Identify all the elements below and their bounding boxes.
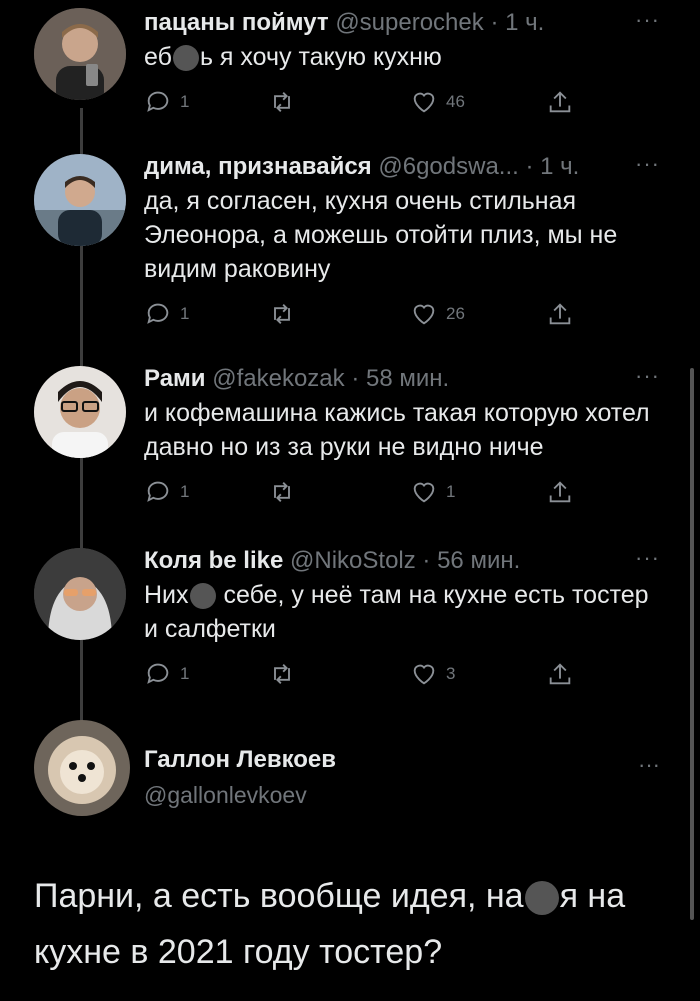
author-handle[interactable]: @superochek (335, 9, 483, 36)
author-name[interactable]: пацаны поймут (144, 9, 329, 36)
censor-blot (172, 45, 199, 72)
author-name[interactable]: дима, признавайся (144, 153, 372, 180)
reply-button[interactable]: 1 (144, 300, 189, 328)
timestamp[interactable]: · 58 мин. (351, 365, 449, 392)
heart-icon (413, 664, 435, 685)
author-handle[interactable]: @fakekozak (212, 365, 344, 392)
censor-blot (189, 583, 216, 610)
author-name[interactable]: Коля be like (144, 547, 283, 574)
tweet-text-part: Них (144, 581, 189, 609)
heart-icon (413, 92, 435, 113)
retweet-icon (274, 482, 290, 502)
retweet-button[interactable] (268, 88, 296, 116)
reply-count: 1 (180, 482, 190, 501)
share-button[interactable] (546, 300, 574, 328)
scrollbar[interactable] (690, 368, 694, 920)
timestamp[interactable]: · 1 ч. (525, 153, 579, 180)
retweet-icon (274, 304, 290, 324)
author-name[interactable]: Рами (144, 365, 206, 392)
avatar[interactable] (34, 366, 126, 458)
share-icon (549, 303, 571, 325)
more-icon[interactable]: ··· (638, 752, 660, 778)
like-button[interactable]: 1 (410, 478, 455, 506)
like-count: 46 (446, 92, 465, 111)
tweet-text: еб ь я хочу такую кухню (144, 40, 660, 74)
tweet-text-part: еб (144, 43, 172, 71)
timestamp[interactable]: · 56 мин. (422, 547, 520, 574)
reply-icon (147, 91, 169, 112)
tweet-text-part: ь я хочу такую кухню (199, 43, 442, 71)
share-icon (549, 663, 571, 685)
retweet-button[interactable] (268, 478, 296, 506)
timestamp[interactable]: · 1 ч. (490, 9, 544, 36)
reply-button[interactable]: 1 (144, 478, 189, 506)
like-count: 26 (446, 304, 465, 323)
retweet-button[interactable] (268, 300, 296, 328)
tweet-text: Парни, а есть вообще идея, на я на кухне … (34, 868, 660, 980)
action-bar: 1 26 (144, 300, 660, 334)
like-count: 1 (446, 482, 456, 501)
reply-icon (147, 481, 169, 502)
action-bar: 1 46 (144, 88, 660, 122)
censor-blot (524, 881, 559, 916)
like-button[interactable]: 3 (410, 660, 455, 688)
reply-button[interactable]: 1 (144, 660, 189, 688)
author-handle[interactable]: @NikoStolz (290, 547, 416, 574)
more-icon[interactable]: ··· (635, 364, 660, 388)
retweet-button[interactable] (268, 660, 296, 688)
avatar[interactable] (34, 548, 126, 640)
share-button[interactable] (546, 88, 574, 116)
retweet-icon (274, 664, 290, 684)
tweet-text: да, я согласен, кухня очень стильная Эле… (144, 187, 618, 283)
share-button[interactable] (546, 660, 574, 688)
more-icon[interactable]: ··· (635, 546, 660, 570)
reply-count: 1 (180, 664, 190, 683)
share-icon (549, 91, 571, 113)
like-button[interactable]: 26 (410, 300, 465, 328)
tweet-text: Них себе, у неё там на кухне есть тостер… (144, 578, 660, 646)
tweet-text: и кофемашина кажись такая которую хотел … (144, 399, 650, 461)
avatar[interactable] (34, 8, 126, 100)
reply-icon (147, 663, 169, 684)
like-count: 3 (446, 664, 456, 683)
reply-icon (147, 303, 169, 324)
reply-count: 1 (180, 92, 190, 111)
reply-count: 1 (180, 304, 190, 323)
retweet-icon (274, 92, 290, 112)
reply-button[interactable]: 1 (144, 88, 189, 116)
share-button[interactable] (546, 478, 574, 506)
heart-icon (413, 482, 435, 503)
like-button[interactable]: 46 (410, 88, 465, 116)
more-icon[interactable]: ··· (635, 152, 660, 176)
tweet-text-part: себе, у неё там на кухне есть тостер и с… (144, 581, 649, 643)
avatar[interactable] (34, 720, 130, 816)
author-handle[interactable]: @gallonlevkoev (144, 782, 307, 809)
author-handle[interactable]: @6godswa... (378, 153, 518, 180)
share-icon (549, 481, 571, 503)
author-name[interactable]: Галлон Левкоев (144, 746, 336, 774)
action-bar: 1 1 (144, 478, 660, 512)
tweet-text-part: Парни, а есть вообще идея, на (34, 877, 524, 915)
more-icon[interactable]: ··· (635, 8, 660, 32)
avatar[interactable] (34, 154, 126, 246)
action-bar: 1 3 (144, 660, 660, 694)
heart-icon (413, 304, 435, 325)
